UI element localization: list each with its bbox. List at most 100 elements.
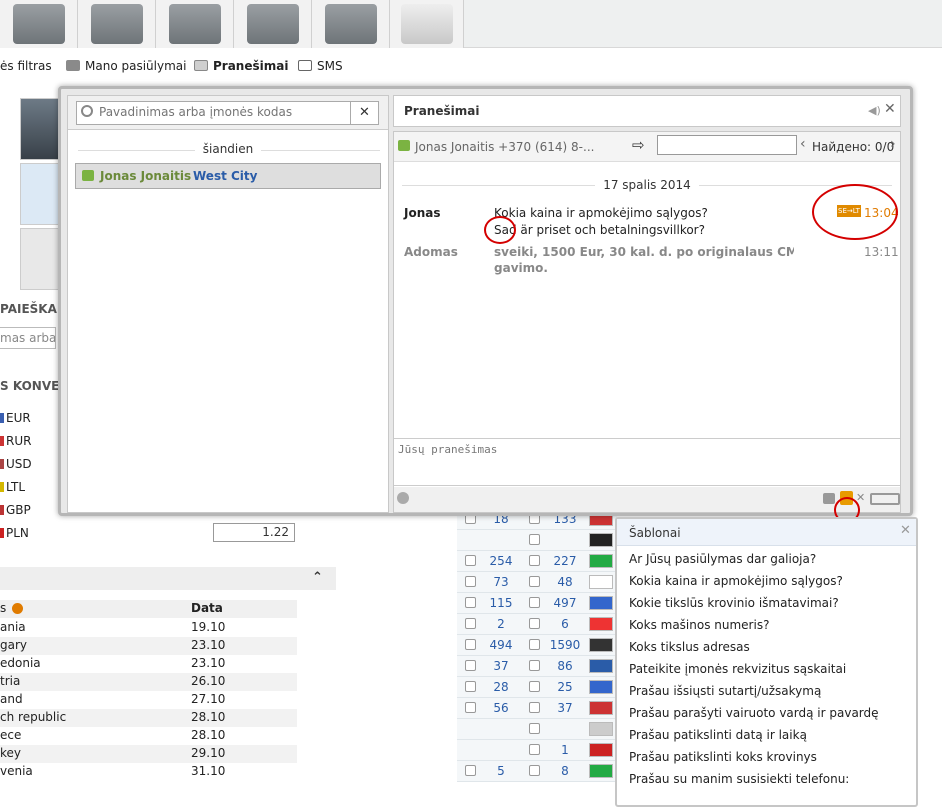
chat-body: Jonas Jonaitis +370 (614) 8-... ⇨ ‹ Найд… xyxy=(393,131,901,523)
row-checkbox[interactable] xyxy=(465,702,476,713)
template-item[interactable]: Prašau išsiųsti sutartį/užsakymą xyxy=(629,684,821,698)
row-checkbox[interactable] xyxy=(529,639,540,650)
person-icon xyxy=(168,4,221,44)
table-row[interactable]: key 29.10 xyxy=(0,745,297,763)
flag-icon xyxy=(589,764,613,778)
count-link[interactable]: 1 xyxy=(545,743,585,757)
message-input[interactable]: Jūsų pranešimas xyxy=(394,438,900,486)
template-item[interactable]: Koks tikslus adresas xyxy=(629,640,750,654)
next-result-icon[interactable]: › xyxy=(890,136,896,152)
arrow-right-icon[interactable]: ⇨ xyxy=(632,136,645,154)
sound-icon[interactable]: ◀) xyxy=(868,104,881,117)
row-checkbox[interactable] xyxy=(529,597,540,608)
row-checkbox[interactable] xyxy=(529,660,540,671)
templates-popup: Šablonai ✕ Ar Jūsų pasiūlymas dar galioj… xyxy=(615,517,918,807)
count-link[interactable]: 227 xyxy=(545,554,585,568)
count-link[interactable]: 497 xyxy=(545,596,585,610)
count-link[interactable]: 73 xyxy=(481,575,521,589)
grid-row: 494 1590 xyxy=(457,635,617,656)
count-link[interactable]: 86 xyxy=(545,659,585,673)
row-checkbox[interactable] xyxy=(529,534,540,545)
row-checkbox[interactable] xyxy=(465,639,476,650)
contact-search-input[interactable] xyxy=(99,105,349,119)
close-dialog-button[interactable]: ✕ xyxy=(884,101,896,117)
table-row[interactable]: edonia 23.10 xyxy=(0,655,297,673)
template-item[interactable]: Ar Jūsų pasiūlymas dar galioja? xyxy=(629,552,816,566)
date-cell: 29.10 xyxy=(191,746,226,760)
table-row[interactable]: gary 23.10 xyxy=(0,637,297,655)
table-row[interactable]: ece 28.10 xyxy=(0,727,297,745)
truck-tab[interactable] xyxy=(78,0,156,48)
currency-ltl: LTL xyxy=(0,480,25,494)
download-icon[interactable] xyxy=(823,493,835,504)
filter-link[interactable]: ės filtras xyxy=(0,59,52,73)
count-link[interactable]: 8 xyxy=(545,764,585,778)
count-link[interactable]: 48 xyxy=(545,575,585,589)
row-checkbox[interactable] xyxy=(529,702,540,713)
count-link[interactable]: 28 xyxy=(481,680,521,694)
row-checkbox[interactable] xyxy=(465,597,476,608)
row-checkbox[interactable] xyxy=(529,576,540,587)
sms-link[interactable]: SMS xyxy=(298,59,343,73)
count-link[interactable]: 56 xyxy=(481,701,521,715)
template-item[interactable]: Prašau su manim susisiekti telefonu: xyxy=(629,772,849,786)
send-icon[interactable] xyxy=(870,493,900,505)
chat-search-input[interactable] xyxy=(657,135,797,155)
background-search-input[interactable]: mas arba į xyxy=(0,327,56,349)
template-item[interactable]: Prašau patikslinti datą ir laiką xyxy=(629,728,807,742)
row-checkbox[interactable] xyxy=(529,555,540,566)
my-offers-link[interactable]: Mano pasiūlymai xyxy=(66,59,186,73)
map-tab[interactable] xyxy=(234,0,312,48)
table-row[interactable]: ania 19.10 xyxy=(0,619,297,637)
country-cell: venia xyxy=(0,764,33,778)
count-link[interactable]: 37 xyxy=(545,701,585,715)
contact-search[interactable]: ✕ xyxy=(76,101,379,125)
count-link[interactable]: 254 xyxy=(481,554,521,568)
row-checkbox[interactable] xyxy=(529,744,540,755)
person-tab[interactable] xyxy=(156,0,234,48)
table-row[interactable]: tria 26.10 xyxy=(0,673,297,691)
row-checkbox[interactable] xyxy=(465,660,476,671)
notes-tab[interactable] xyxy=(390,0,464,48)
prev-result-icon[interactable]: ‹ xyxy=(800,136,806,152)
table-row[interactable]: venia 31.10 xyxy=(0,763,297,781)
template-item[interactable]: Prašau patikslinti koks krovinys xyxy=(629,750,817,764)
count-link[interactable]: 1590 xyxy=(545,638,585,652)
row-checkbox[interactable] xyxy=(529,765,540,776)
row-checkbox[interactable] xyxy=(465,681,476,692)
template-item[interactable]: Koks mašinos numeris? xyxy=(629,618,769,632)
flag-icon xyxy=(589,575,613,589)
row-checkbox[interactable] xyxy=(465,765,476,776)
row-checkbox[interactable] xyxy=(529,723,540,734)
messages-link[interactable]: Pranešimai xyxy=(194,59,288,73)
row-checkbox[interactable] xyxy=(465,618,476,629)
currency-rur: RUR xyxy=(0,434,31,448)
row-checkbox[interactable] xyxy=(465,576,476,587)
count-link[interactable]: 25 xyxy=(545,680,585,694)
close-templates-button[interactable]: ✕ xyxy=(900,523,911,538)
row-checkbox[interactable] xyxy=(465,555,476,566)
template-item[interactable]: Prašau parašyti vairuoto vardą ir pavard… xyxy=(629,706,879,720)
books-tab[interactable] xyxy=(312,0,390,48)
pln-value-input[interactable]: 1.22 xyxy=(213,523,295,542)
clear-search-button[interactable]: ✕ xyxy=(350,102,378,124)
count-link[interactable]: 2 xyxy=(481,617,521,631)
attach-icon[interactable] xyxy=(397,492,409,504)
count-link[interactable]: 115 xyxy=(481,596,521,610)
template-item[interactable]: Pateikite įmonės rekvizitus sąskaitai xyxy=(629,662,846,676)
row-checkbox[interactable] xyxy=(529,618,540,629)
template-item[interactable]: Kokie tikslūs krovinio išmatavimai? xyxy=(629,596,839,610)
table-row[interactable]: ch republic 28.10 xyxy=(0,709,297,727)
count-link[interactable]: 6 xyxy=(545,617,585,631)
warehouse-tab[interactable] xyxy=(0,0,78,48)
count-link[interactable]: 5 xyxy=(481,764,521,778)
count-link[interactable]: 37 xyxy=(481,659,521,673)
chevron-up-icon[interactable]: ⌃ xyxy=(312,570,323,585)
template-item[interactable]: Kokia kaina ir apmokėjimo sąlygos? xyxy=(629,574,843,588)
count-link[interactable]: 494 xyxy=(481,638,521,652)
sort-icon[interactable] xyxy=(12,603,23,614)
table-row[interactable]: and 27.10 xyxy=(0,691,297,709)
contact-item[interactable]: Jonas Jonaitis West City xyxy=(75,163,381,189)
row-checkbox[interactable] xyxy=(529,681,540,692)
sub-navigation: ės filtras Mano pasiūlymai Pranešimai SM… xyxy=(0,52,942,80)
